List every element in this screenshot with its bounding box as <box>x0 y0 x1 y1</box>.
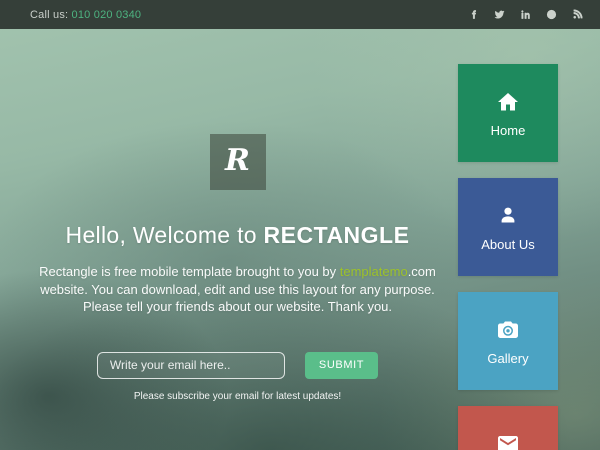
sidebar-tile-contact[interactable] <box>458 406 558 450</box>
logo-letter: R <box>225 143 250 178</box>
hero-section: R Hello, Welcome to RECTANGLE Rectangle … <box>0 29 475 402</box>
page-title: Hello, Welcome to RECTANGLE <box>0 222 475 249</box>
description-before-link: Rectangle is free mobile template brough… <box>39 264 340 279</box>
phone-number[interactable]: 010 020 0340 <box>72 9 142 21</box>
title-prefix: Hello, Welcome to <box>66 222 264 248</box>
sidebar-tile-label: About Us <box>481 237 534 252</box>
home-icon <box>496 90 520 114</box>
rss-icon[interactable] <box>571 8 584 21</box>
subscribe-form: SUBMIT <box>0 352 475 379</box>
sidebar-tile-gallery[interactable]: Gallery <box>458 292 558 390</box>
page: Call us: 010 020 0340 R Hello, We <box>0 0 600 450</box>
dribbble-icon[interactable] <box>545 8 558 21</box>
social-links <box>467 8 584 21</box>
sidebar-tile-about-us[interactable]: About Us <box>458 178 558 276</box>
templatemo-link[interactable]: templatemo <box>340 264 408 279</box>
submit-button[interactable]: SUBMIT <box>305 352 378 379</box>
user-icon <box>496 204 520 228</box>
twitter-icon[interactable] <box>493 8 506 21</box>
description: Rectangle is free mobile template brough… <box>28 263 448 316</box>
linkedin-icon[interactable] <box>519 8 532 21</box>
camera-icon <box>496 318 520 342</box>
sidebar-tile-label: Gallery <box>487 351 528 366</box>
call-us-label: Call us: <box>30 9 68 21</box>
envelope-icon <box>496 432 520 450</box>
call-us-text: Call us: 010 020 0340 <box>30 9 141 21</box>
subscribe-note: Please subscribe your email for latest u… <box>0 391 475 402</box>
topbar: Call us: 010 020 0340 <box>0 0 600 29</box>
facebook-icon[interactable] <box>467 8 480 21</box>
sidebar-menu: Home About Us Gallery <box>458 64 558 450</box>
sidebar-tile-label: Home <box>491 123 526 138</box>
logo-square: R <box>210 134 266 190</box>
sidebar-tile-home[interactable]: Home <box>458 64 558 162</box>
title-brand: RECTANGLE <box>264 222 410 248</box>
email-input[interactable] <box>97 352 285 379</box>
